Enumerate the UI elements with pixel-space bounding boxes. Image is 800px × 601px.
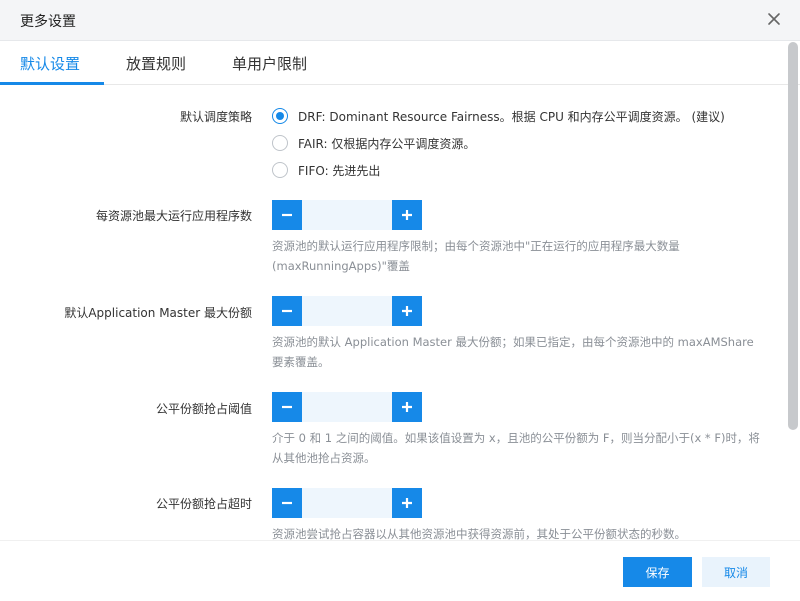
preemption-threshold-help: 介于 0 和 1 之间的阈值。如果该值设置为 x，且池的公平份额为 F，则当分配…	[272, 428, 772, 468]
decrement-button[interactable]	[272, 488, 302, 518]
preemption-timeout-label: 公平份额抢占超时	[155, 497, 252, 511]
preemption-threshold-label: 公平份额抢占阈值	[155, 402, 252, 416]
max-am-share-label: 默认Application Master 最大份额	[64, 306, 252, 320]
radio-text-fair: FAIR: 仅根据内存公平调度资源。	[298, 136, 476, 151]
help-text-line: 介于 0 和 1 之间的阈值。如果该值设置为 x，且池的公平份额为 F，则当分配…	[272, 431, 760, 445]
plus-icon	[402, 498, 412, 508]
max-running-apps-label: 每资源池最大运行应用程序数	[95, 209, 252, 223]
max-running-apps-help: 资源池的默认运行应用程序限制；由每个资源池中"正在运行的应用程序最大数量 (ma…	[272, 236, 772, 276]
radio-button-drf[interactable]	[272, 108, 288, 124]
tab-default-settings[interactable]: 默认设置	[20, 53, 80, 74]
max-running-apps-stepper	[272, 200, 422, 230]
scheduling-policy-label: 默认调度策略	[179, 110, 252, 124]
radio-option-fair[interactable]: FAIR: 仅根据内存公平调度资源。	[272, 134, 475, 152]
minus-icon	[282, 213, 292, 217]
preemption-timeout-stepper	[272, 488, 422, 518]
decrement-button[interactable]	[272, 392, 302, 422]
decrement-button[interactable]	[272, 200, 302, 230]
minus-icon	[282, 309, 292, 313]
preemption-timeout-input[interactable]	[302, 488, 392, 518]
radio-option-drf[interactable]: DRF: Dominant Resource Fairness。根据 CPU 和…	[272, 107, 725, 125]
cancel-button[interactable]: 取消	[702, 557, 770, 587]
dialog-footer: 保存 取消	[0, 540, 800, 601]
radio-text-drf: DRF: Dominant Resource Fairness。根据 CPU 和…	[298, 109, 725, 124]
more-settings-dialog: 更多设置 默认设置 放置规则 单用户限制 默认调度策略 DRF: Dominan…	[0, 0, 800, 601]
radio-button-fair[interactable]	[272, 135, 288, 151]
increment-button[interactable]	[392, 200, 422, 230]
close-icon[interactable]	[765, 10, 783, 28]
settings-tabs: 默认设置 放置规则 单用户限制	[0, 41, 800, 85]
help-text-line: 资源池的默认 Application Master 最大份额；如果已指定，由每个…	[272, 335, 754, 349]
preemption-threshold-input[interactable]	[302, 392, 392, 422]
plus-icon	[402, 402, 412, 412]
decrement-button[interactable]	[272, 296, 302, 326]
minus-icon	[282, 405, 292, 409]
minus-icon	[282, 501, 292, 505]
increment-button[interactable]	[392, 296, 422, 326]
help-text-line: 从其他池抢占资源。	[272, 451, 376, 465]
preemption-threshold-stepper	[272, 392, 422, 422]
help-text-line: 资源池的默认运行应用程序限制；由每个资源池中"正在运行的应用程序最大数量	[272, 239, 680, 253]
save-button[interactable]: 保存	[623, 557, 692, 587]
active-tab-indicator	[0, 82, 104, 85]
vertical-scrollbar[interactable]	[788, 42, 798, 430]
tab-placement-rules[interactable]: 放置规则	[126, 53, 186, 74]
max-am-share-stepper	[272, 296, 422, 326]
dialog-header: 更多设置	[0, 0, 800, 41]
help-text-line: 要素覆盖。	[272, 355, 330, 369]
plus-icon	[402, 210, 412, 220]
increment-button[interactable]	[392, 392, 422, 422]
increment-button[interactable]	[392, 488, 422, 518]
max-am-share-help: 资源池的默认 Application Master 最大份额；如果已指定，由每个…	[272, 332, 772, 372]
radio-button-fifo[interactable]	[272, 162, 288, 178]
dialog-title: 更多设置	[20, 14, 76, 30]
max-am-share-input[interactable]	[302, 296, 392, 326]
radio-option-fifo[interactable]: FIFO: 先进先出	[272, 161, 380, 179]
tab-per-user-limits[interactable]: 单用户限制	[232, 53, 307, 74]
help-text-line: (maxRunningApps)"覆盖	[272, 259, 410, 273]
radio-text-fifo: FIFO: 先进先出	[298, 163, 381, 178]
max-running-apps-input[interactable]	[302, 200, 392, 230]
plus-icon	[402, 306, 412, 316]
